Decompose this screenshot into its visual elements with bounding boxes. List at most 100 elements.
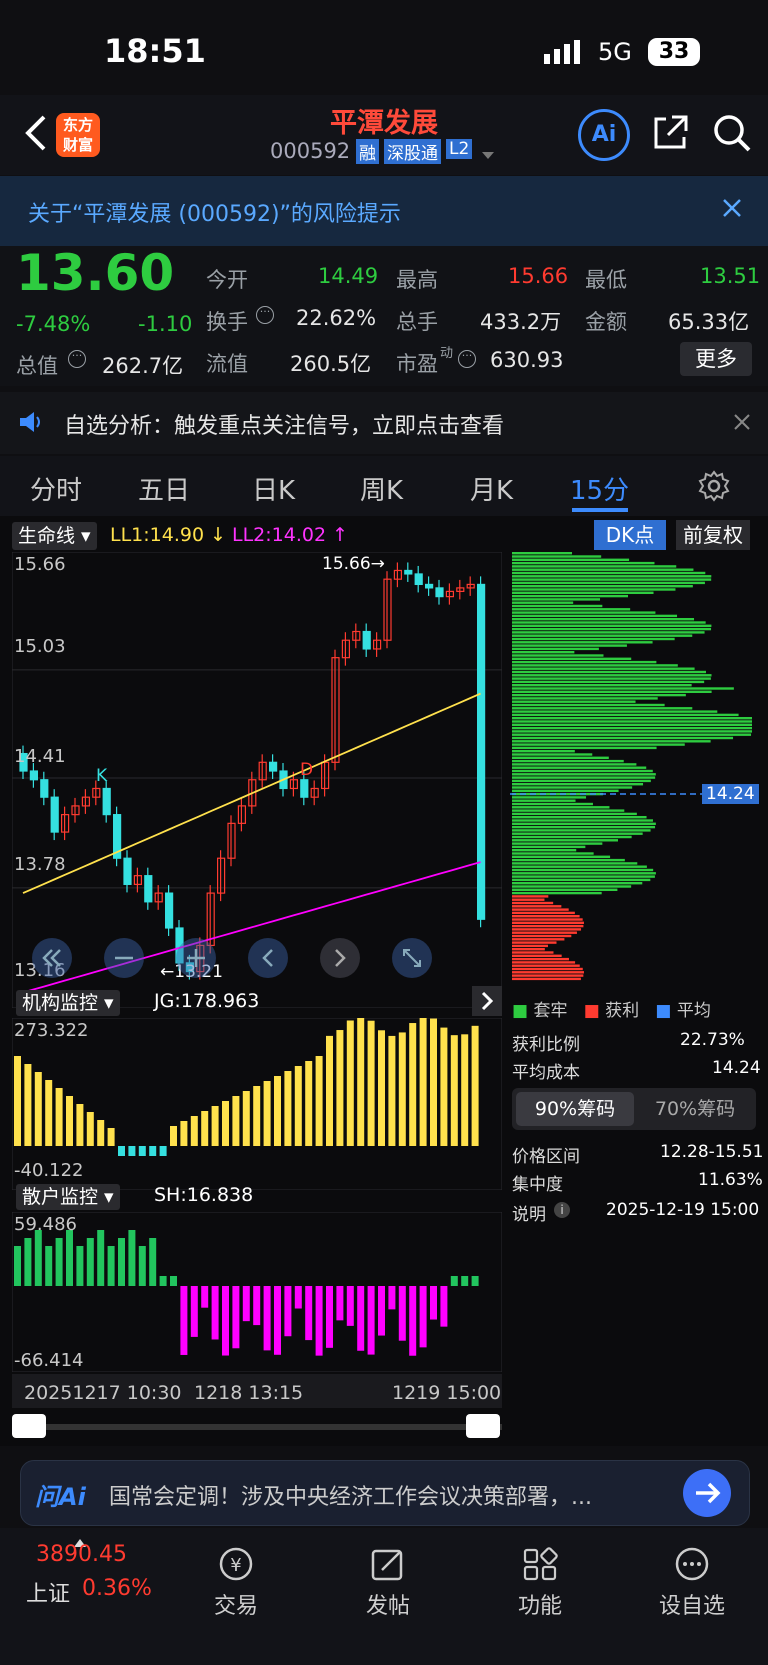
institution-bar — [471, 1025, 479, 1146]
more-dots-icon[interactable]: ··· — [68, 350, 86, 368]
ma-line-ll1 — [22, 692, 481, 894]
retail-bar — [201, 1286, 209, 1308]
chip-bar — [512, 631, 705, 634]
chip-bar — [512, 878, 651, 882]
close-icon[interactable] — [722, 198, 742, 222]
candle-body — [404, 569, 413, 575]
institution-bar — [118, 1146, 125, 1156]
nav-post[interactable]: 发帖 — [328, 1546, 448, 1620]
chip-bar — [512, 717, 752, 720]
tab-5day[interactable]: 五日 — [138, 470, 190, 507]
signal-icon — [544, 40, 584, 68]
legend-profit: 获利 — [605, 1001, 640, 1021]
legend-average: 平均 — [676, 1001, 711, 1021]
chip-bar — [512, 786, 633, 789]
dk-point-button[interactable]: DK点 — [594, 520, 666, 550]
chip-legend: ■ 套牢 ■ 获利 ■ 平均 — [512, 1001, 711, 1021]
high-label: 最高 — [396, 268, 438, 292]
pe-info-icon[interactable]: ··· — [458, 350, 476, 368]
expand-right-icon[interactable] — [472, 986, 502, 1016]
tab-intraday[interactable]: 分时 — [30, 470, 82, 507]
retail-bar — [66, 1230, 73, 1286]
candle-body — [300, 779, 309, 798]
nav-trade-label: 交易 — [213, 1594, 258, 1619]
institution-bar — [66, 1096, 73, 1146]
institution-select[interactable]: 机构监控 ▾ — [16, 990, 120, 1016]
chip-bar — [512, 882, 643, 885]
chip-bar — [512, 670, 706, 674]
tab-daily[interactable]: 日K — [252, 470, 295, 507]
index-name: 上证 — [26, 1582, 71, 1607]
institution-bar — [159, 1146, 167, 1156]
notice-close-icon[interactable] — [734, 414, 750, 434]
chip-bar — [512, 608, 631, 611]
signal-notice[interactable]: 自选分析：触发重点关注信号，立即点击查看 — [0, 392, 768, 454]
nav-function[interactable]: 功能 — [480, 1546, 600, 1620]
search-icon[interactable] — [712, 113, 752, 157]
chip-bar — [512, 726, 752, 730]
double-left-icon[interactable] — [32, 938, 72, 978]
more-button[interactable]: 更多 — [680, 342, 752, 376]
arrow-right-icon[interactable] — [683, 1469, 731, 1517]
tab-70-chips[interactable]: 70%筹码 — [638, 1092, 752, 1126]
retail-select[interactable]: 散户监控 ▾ — [16, 1184, 120, 1210]
chip-bar — [512, 641, 653, 644]
institution-bar — [201, 1111, 209, 1146]
retail-bar — [440, 1286, 448, 1327]
share-icon[interactable] — [650, 113, 690, 157]
risk-banner[interactable]: 关于“平潭发展 (000592)”的风险提示 — [0, 176, 768, 246]
more-circle-icon — [675, 1547, 709, 1581]
candle-body — [362, 630, 371, 650]
chip-bar — [512, 611, 656, 614]
stock-header: 东方 财富 平潭发展 000592 融 深股通 L2 Ai — [0, 95, 768, 175]
chip-bar — [512, 812, 637, 816]
chip-bar — [512, 868, 654, 872]
tab-15min[interactable]: 15分 — [570, 470, 629, 507]
fullscreen-icon[interactable] — [392, 938, 432, 978]
tab-weekly[interactable]: 周K — [360, 470, 403, 507]
turnover-info-icon[interactable]: ··· — [256, 306, 274, 324]
left-icon[interactable] — [248, 938, 288, 978]
chart-area: 生命线 ▾ LL1:14.90 ↓ LL2:14.02 ↑ DK点 前复权 15… — [0, 516, 768, 1446]
zoom-out-icon[interactable] — [104, 938, 144, 978]
right-icon[interactable] — [320, 938, 360, 978]
ai-button[interactable]: Ai — [578, 109, 630, 161]
chip-bar — [512, 964, 580, 967]
profit-ratio-value: 22.73% — [680, 1030, 745, 1050]
chip-bar — [512, 875, 655, 878]
chip-bar — [512, 796, 587, 799]
note-label: 说明 — [512, 1205, 546, 1225]
ai-news-bar[interactable]: 问Ai 国常会定调！涉及中央经济工作会议决策部署，... — [20, 1460, 750, 1526]
turnover-label: 换手 — [206, 310, 248, 334]
tab-monthly[interactable]: 月K — [470, 470, 513, 507]
institution-bar — [398, 1032, 406, 1146]
y-label-2: 15.03 — [14, 636, 66, 657]
chip-bar — [512, 849, 577, 852]
retail-bar — [305, 1286, 313, 1341]
zoom-in-icon[interactable] — [176, 938, 216, 978]
nav-favorite[interactable]: 设自选 — [632, 1546, 752, 1620]
chip-bar — [512, 720, 752, 723]
chip-bar — [512, 934, 572, 938]
info-icon[interactable]: i — [554, 1202, 570, 1218]
tab-90-chips[interactable]: 90%筹码 — [516, 1092, 634, 1126]
adjust-button[interactable]: 前复权 — [676, 520, 750, 550]
retail-bar — [357, 1286, 365, 1351]
avg-cost-label: 平均成本 — [512, 1063, 580, 1083]
gear-icon[interactable] — [698, 470, 730, 506]
high-value: 15.66 — [508, 264, 569, 288]
index-value[interactable]: 3890.45 — [36, 1542, 127, 1567]
retail-bar — [388, 1286, 396, 1310]
range-handle-right[interactable] — [466, 1414, 500, 1438]
chip-bar — [512, 905, 562, 908]
nav-trade[interactable]: ¥ 交易 — [176, 1546, 296, 1620]
chip-bar — [512, 627, 712, 631]
indicator-select[interactable]: 生命线 ▾ — [12, 522, 97, 550]
profit-ratio-label: 获利比例 — [512, 1035, 580, 1055]
candle-body — [269, 761, 278, 772]
chip-bar — [512, 588, 676, 591]
chevron-down-icon[interactable] — [482, 145, 494, 164]
chip-bar — [512, 651, 575, 654]
chip-bar — [512, 664, 678, 667]
range-handle-left[interactable] — [12, 1414, 46, 1438]
